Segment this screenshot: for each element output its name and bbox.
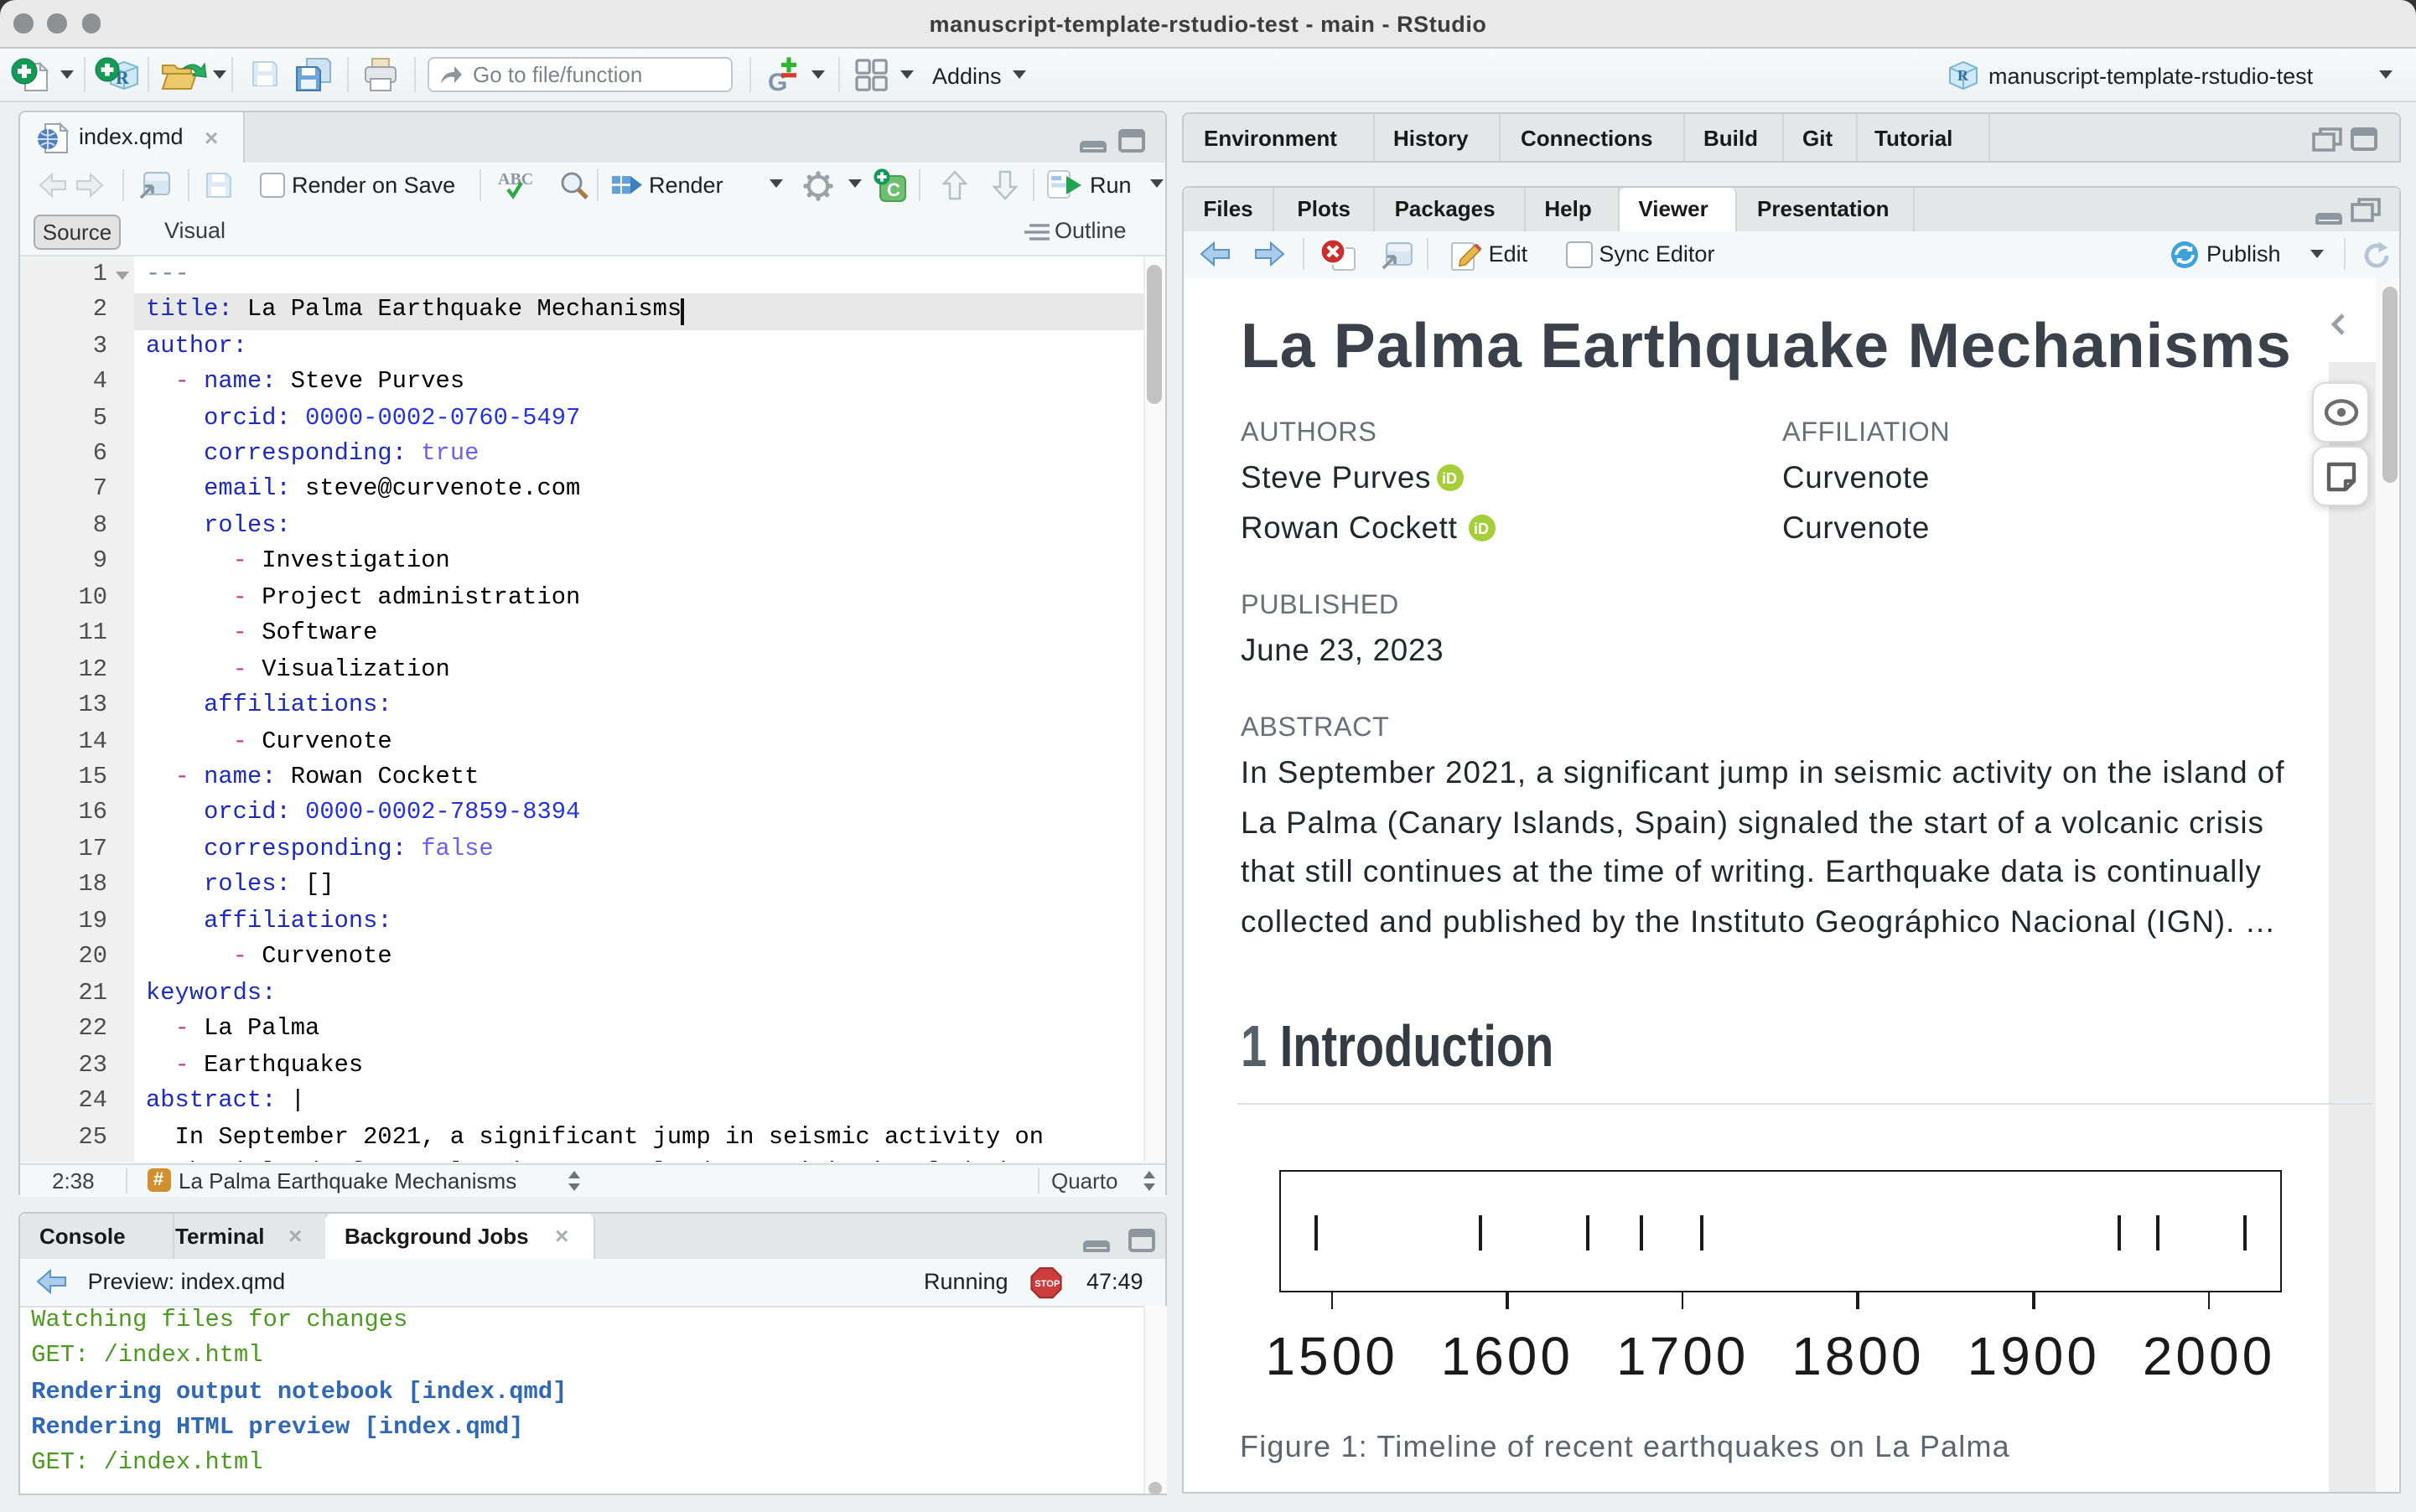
svg-text:C: C <box>887 179 900 200</box>
svg-text:iD: iD <box>1442 471 1457 488</box>
svg-text:iD: iD <box>1473 520 1488 536</box>
svg-text:STOP: STOP <box>1034 1279 1060 1289</box>
svg-text:G: G <box>768 69 787 94</box>
svg-text:R: R <box>1957 67 1969 84</box>
svg-text:ABC: ABC <box>498 170 533 189</box>
